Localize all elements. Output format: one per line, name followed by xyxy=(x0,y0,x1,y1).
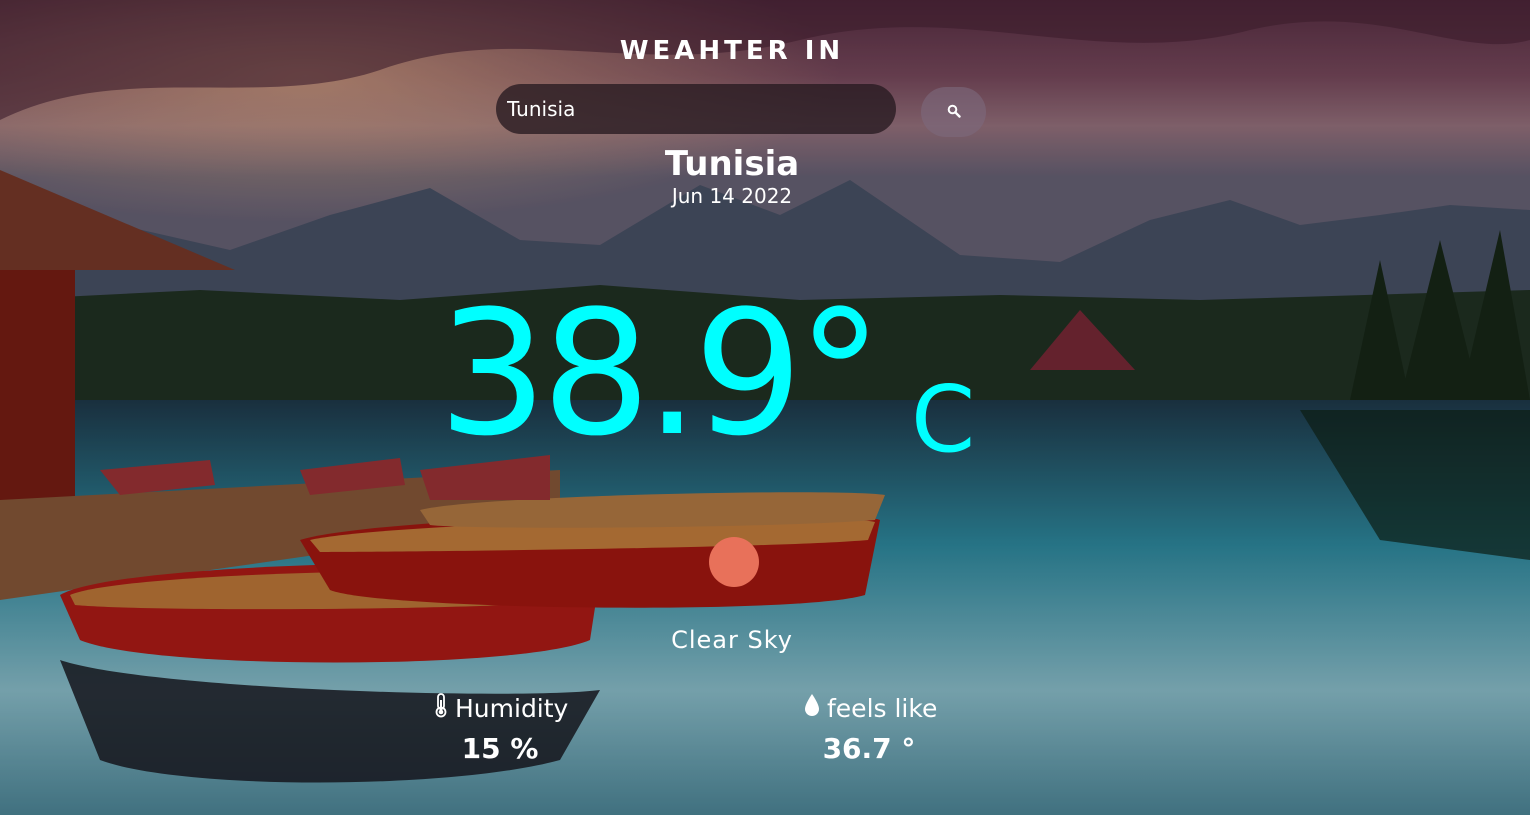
current-date: Jun 14 2022 xyxy=(671,184,793,208)
water-drop-icon xyxy=(803,692,827,724)
humidity-label-text: Humidity xyxy=(455,693,569,723)
thermometer-icon xyxy=(433,692,455,724)
weather-card: WEAHTER IN Tunisia Jun 14 2022 38.9° C C… xyxy=(0,0,1530,815)
temperature: 38.9° C xyxy=(438,260,975,474)
search-input[interactable] xyxy=(496,84,896,134)
search-button[interactable] xyxy=(921,87,986,137)
feels-like-value: 36.7 ° xyxy=(822,732,916,765)
humidity-value: 15 % xyxy=(461,732,539,765)
app-title: WEAHTER IN xyxy=(619,36,845,66)
feels-like-label: feels like xyxy=(803,692,937,724)
humidity-label: Humidity xyxy=(433,692,568,724)
weather-description: Clear Sky xyxy=(671,626,793,654)
search-icon xyxy=(947,104,961,121)
sun-icon xyxy=(709,537,759,587)
temperature-value: 38.9° xyxy=(438,273,883,474)
city-name: Tunisia xyxy=(664,144,800,184)
temperature-unit: C xyxy=(910,366,976,473)
feels-like-label-text: feels like xyxy=(827,693,938,723)
